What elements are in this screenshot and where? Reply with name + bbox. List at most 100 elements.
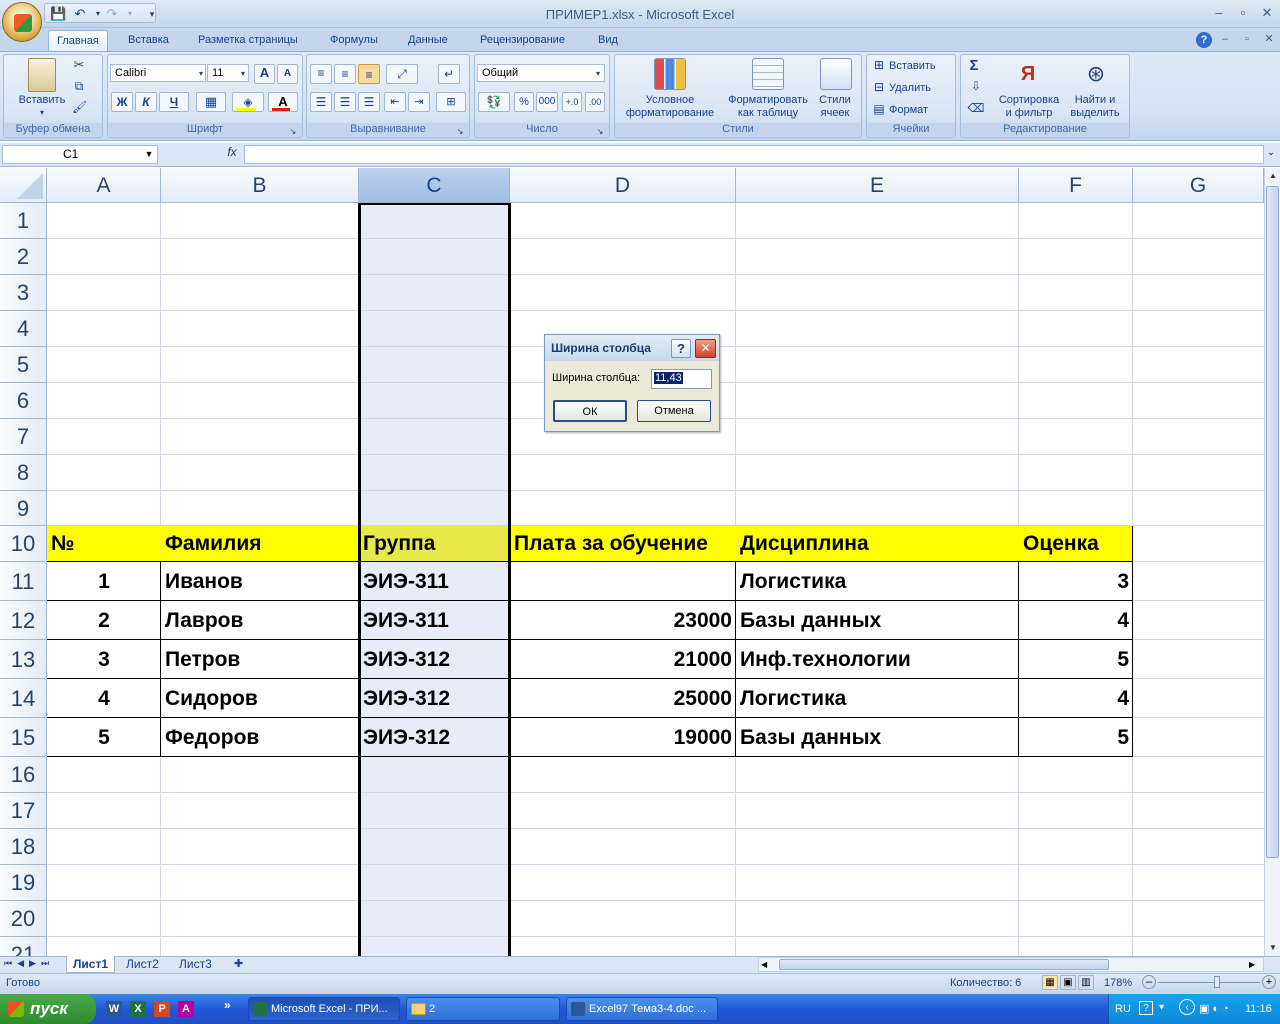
- cell-styles-button-line1[interactable]: Стили: [812, 94, 858, 107]
- row-header-10[interactable]: 10: [0, 526, 47, 562]
- sort-filter-icon[interactable]: Я: [1012, 58, 1044, 90]
- page-layout-view-icon[interactable]: ▣: [1060, 975, 1076, 990]
- excel-quicklaunch-icon[interactable]: X: [130, 1001, 146, 1017]
- table-cell[interactable]: 3: [1019, 562, 1133, 601]
- table-cell[interactable]: Инф.технологии: [736, 640, 1019, 679]
- start-button[interactable]: пуск: [0, 994, 96, 1024]
- name-box[interactable]: C1: [2, 145, 158, 164]
- cancel-button[interactable]: Отмена: [637, 400, 711, 422]
- cell-styles-icon[interactable]: [820, 58, 852, 90]
- cut-icon[interactable]: ✂: [72, 58, 86, 71]
- table-cell[interactable]: Базы данных: [736, 601, 1019, 640]
- scroll-up-icon[interactable]: ▲: [1266, 168, 1280, 184]
- workbook-close-icon[interactable]: ✕: [1258, 30, 1280, 48]
- quicklaunch-more-icon[interactable]: »: [224, 998, 231, 1012]
- format-painter-icon[interactable]: 🖌: [72, 101, 87, 114]
- row-header-21[interactable]: 21: [0, 937, 47, 956]
- fill-icon[interactable]: ⇩: [966, 80, 986, 93]
- decrease-indent-icon[interactable]: ⇤: [384, 92, 406, 112]
- taskbar-word-button[interactable]: Excel97 Тема3-4.doc ...: [566, 997, 718, 1021]
- delete-cells-button[interactable]: Удалить: [889, 82, 951, 95]
- tab-page-layout[interactable]: Разметка страницы: [190, 30, 306, 52]
- cell-styles-button-line2[interactable]: ячеек: [812, 107, 858, 120]
- access-quicklaunch-icon[interactable]: A: [178, 1001, 194, 1017]
- table-cell[interactable]: Лавров: [161, 601, 359, 640]
- workbook-restore-icon[interactable]: ▫: [1236, 30, 1258, 48]
- taskbar-excel-button[interactable]: Microsoft Excel - ПРИ...: [248, 997, 400, 1021]
- row-header-6[interactable]: 6: [0, 383, 47, 419]
- table-header-cell[interactable]: Фамилия: [161, 526, 359, 562]
- table-cell[interactable]: [510, 562, 736, 601]
- borders-icon[interactable]: ▦: [196, 92, 226, 112]
- worksheet-grid[interactable]: A B C D E F G 1 2 3 4 5 6 7 8 9 10 11 12 13 14 15 16 17 1…: [0, 168, 1264, 956]
- find-select-button-line1[interactable]: Найти и: [1064, 94, 1126, 107]
- zoom-out-icon[interactable]: –: [1142, 975, 1156, 989]
- font-name-dropdown-icon[interactable]: ▾: [196, 67, 206, 80]
- row-header-4[interactable]: 4: [0, 311, 47, 347]
- table-cell[interactable]: ЭИЭ-312: [359, 640, 510, 679]
- wrap-text-icon[interactable]: ↵: [438, 64, 460, 84]
- format-as-table-button-line2[interactable]: как таблицу: [722, 107, 814, 120]
- office-button[interactable]: [2, 2, 42, 42]
- insert-cells-icon[interactable]: ⊞: [871, 59, 887, 72]
- align-right-icon[interactable]: ☰: [358, 92, 380, 112]
- scroll-down-icon[interactable]: ▼: [1266, 940, 1280, 956]
- row-header-15[interactable]: 15: [0, 718, 47, 757]
- table-header-cell[interactable]: Дисциплина: [736, 526, 1019, 562]
- scroll-right-icon[interactable]: ▶: [1249, 958, 1259, 971]
- find-select-button-line2[interactable]: выделить: [1064, 107, 1126, 120]
- table-cell[interactable]: ЭИЭ-311: [359, 562, 510, 601]
- sort-filter-button-line1[interactable]: Сортировка: [994, 94, 1064, 107]
- table-cell[interactable]: Базы данных: [736, 718, 1019, 757]
- powerpoint-quicklaunch-icon[interactable]: P: [154, 1001, 170, 1017]
- vertical-scroll-thumb[interactable]: [1266, 186, 1279, 858]
- vertical-scrollbar[interactable]: ▲ ▼: [1264, 168, 1280, 956]
- tab-view[interactable]: Вид: [590, 30, 626, 52]
- tab-review[interactable]: Рецензирование: [472, 30, 573, 52]
- grow-font-button[interactable]: A: [254, 64, 275, 84]
- number-format-dropdown-icon[interactable]: ▾: [593, 67, 603, 80]
- sort-filter-button-line2[interactable]: и фильтр: [994, 107, 1064, 120]
- table-cell[interactable]: 23000: [510, 601, 736, 640]
- thousands-button[interactable]: 000: [536, 92, 558, 112]
- align-bottom-icon[interactable]: ≡: [358, 64, 380, 84]
- merge-center-icon[interactable]: ⊞: [436, 92, 466, 112]
- font-dialog-launcher-icon[interactable]: ↘: [288, 125, 298, 138]
- close-icon[interactable]: ✕: [1256, 4, 1278, 22]
- align-middle-icon[interactable]: ≡: [334, 64, 356, 84]
- sheet-tab-3[interactable]: Лист3: [173, 956, 218, 973]
- row-header-17[interactable]: 17: [0, 793, 47, 829]
- number-format-combo[interactable]: Общий: [477, 64, 605, 82]
- tray-expand-icon[interactable]: ▾: [1159, 1002, 1164, 1013]
- currency-icon[interactable]: 💱: [478, 92, 510, 112]
- formula-input[interactable]: [244, 145, 1264, 164]
- help-icon[interactable]: ?: [1196, 32, 1212, 48]
- tab-data[interactable]: Данные: [400, 30, 456, 52]
- delete-cells-icon[interactable]: ⊟: [871, 81, 887, 94]
- increase-decimal-icon[interactable]: +.0: [562, 92, 582, 112]
- conditional-formatting-button-line2[interactable]: форматирование: [618, 107, 722, 120]
- table-cell[interactable]: 5: [1019, 718, 1133, 757]
- table-cell[interactable]: ЭИЭ-311: [359, 601, 510, 640]
- table-cell[interactable]: ЭИЭ-312: [359, 718, 510, 757]
- row-header-11[interactable]: 11: [0, 562, 47, 601]
- table-cell[interactable]: 2: [47, 601, 161, 640]
- zoom-slider-track[interactable]: [1158, 982, 1260, 983]
- decrease-decimal-icon[interactable]: .00: [585, 92, 605, 112]
- table-cell[interactable]: Логистика: [736, 562, 1019, 601]
- percent-button[interactable]: %: [514, 92, 534, 112]
- format-cells-button[interactable]: Формат: [889, 104, 951, 117]
- row-header-14[interactable]: 14: [0, 679, 47, 718]
- ok-button[interactable]: ОК: [553, 400, 627, 422]
- alignment-dialog-launcher-icon[interactable]: ↘: [455, 125, 465, 138]
- paste-icon[interactable]: [28, 58, 56, 92]
- column-header-e[interactable]: E: [736, 168, 1019, 203]
- table-cell[interactable]: 1: [47, 562, 161, 601]
- clear-icon[interactable]: ⌫: [966, 102, 986, 115]
- table-cell[interactable]: 5: [1019, 640, 1133, 679]
- scroll-left-icon[interactable]: ◀: [761, 958, 771, 971]
- align-center-icon[interactable]: ☰: [334, 92, 356, 112]
- column-header-d[interactable]: D: [510, 168, 736, 203]
- sheet-navigation-icons[interactable]: ⏮◀▶⏭: [4, 958, 60, 971]
- sheet-tab-2[interactable]: Лист2: [120, 956, 165, 973]
